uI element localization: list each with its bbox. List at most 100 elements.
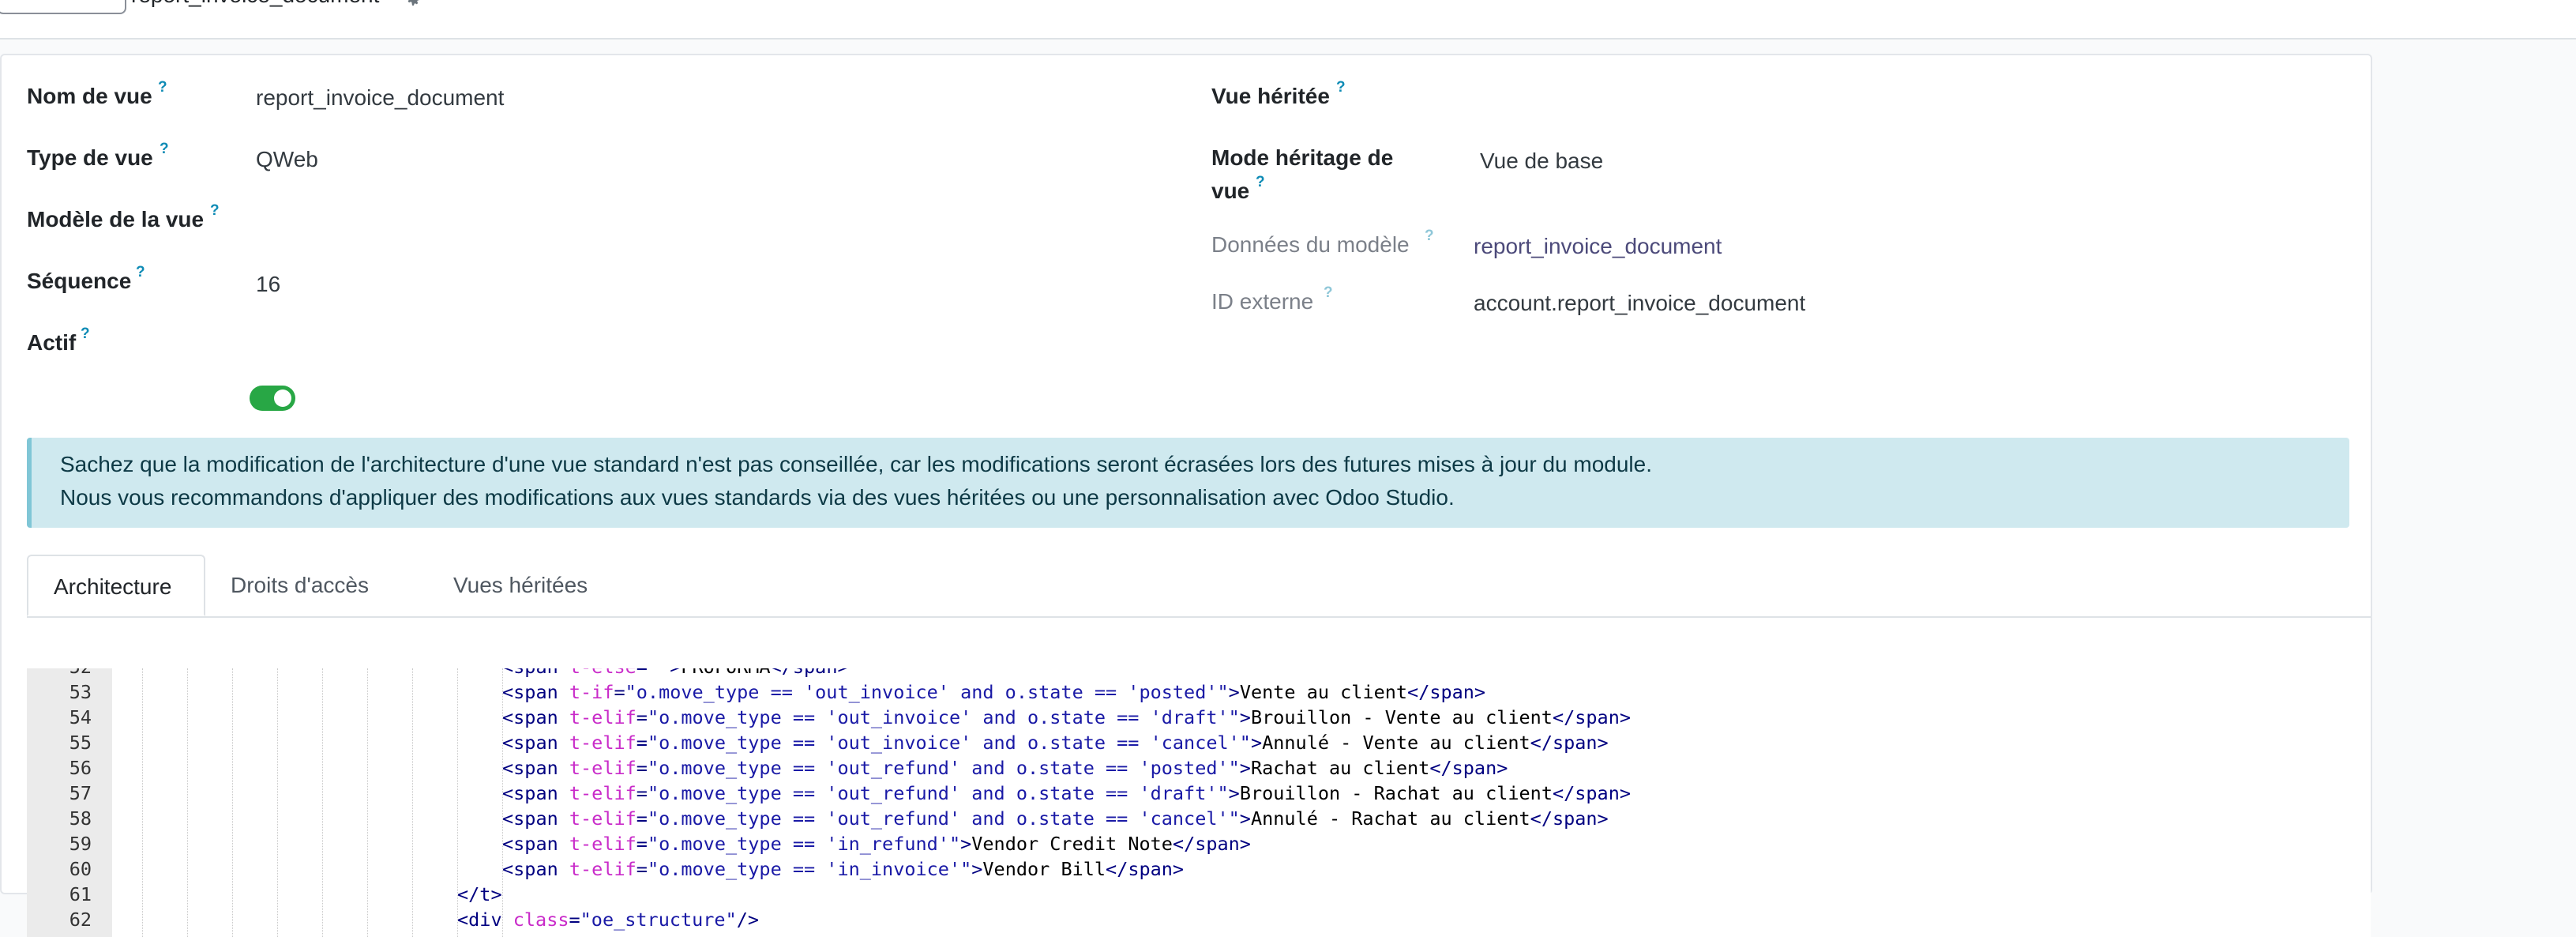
code-line: 53 <span t-if="o.move_type == 'out_invoic… <box>27 681 2371 706</box>
inherit-mode-field[interactable]: Vue de base <box>1480 149 1603 174</box>
code-token: = <box>636 807 648 830</box>
code-token: </span> <box>1530 732 1609 754</box>
gear-icon[interactable] <box>403 0 422 8</box>
sequence-help-icon[interactable]: ? <box>136 264 145 281</box>
line-number: 54 <box>69 706 92 728</box>
code-token: "" <box>648 668 670 678</box>
code-token: Vendor Credit Note <box>971 833 1173 855</box>
code-token: <div <box>457 909 513 931</box>
view-name-label: Nom de vue <box>27 84 152 108</box>
code-token: <span <box>502 833 569 855</box>
code-text: <span t-if="o.move_type == 'out_invoice'… <box>502 681 1485 703</box>
code-token: <span <box>502 807 569 830</box>
code-line: 62 <div class="oe_structure"/> <box>27 909 2371 934</box>
code-token: t-elif <box>569 807 636 830</box>
code-line: 59 <span t-elif="o.move_type == 'in_refun… <box>27 833 2371 858</box>
code-line: 54 <span t-elif="o.move_type == 'out_invo… <box>27 706 2371 732</box>
code-token: <span <box>502 757 569 779</box>
view-name-help-icon[interactable]: ? <box>158 79 167 96</box>
code-token: class <box>513 909 569 931</box>
code-token: > <box>1228 681 1240 703</box>
code-token: Vente au client <box>1239 681 1408 703</box>
active-help-icon[interactable]: ? <box>81 326 90 343</box>
active-label: Actif <box>27 330 77 355</box>
code-token: = <box>636 732 648 754</box>
code-token: </span> <box>1106 858 1185 880</box>
code-token: = <box>636 782 648 804</box>
code-token: /> <box>736 909 760 931</box>
code-token: = <box>636 858 648 880</box>
code-token: "oe_structure" <box>580 909 737 931</box>
line-number: 52 <box>27 668 92 678</box>
alert-line-1: Sachez que la modification de l'architec… <box>60 452 1652 476</box>
code-token: > <box>670 668 681 678</box>
code-token: "o.move_type == 'out_invoice' and o.stat… <box>625 681 1229 703</box>
code-token: > <box>971 858 983 880</box>
breadcrumb-back-box[interactable] <box>0 0 126 14</box>
toggle-knob <box>274 389 291 407</box>
line-number: 61 <box>69 883 92 905</box>
view-type-label: Type de vue <box>27 145 153 170</box>
code-token: > <box>1239 757 1251 779</box>
code-token: t-elif <box>569 858 636 880</box>
code-token: </span> <box>1552 782 1632 804</box>
model-data-link[interactable]: report_invoice_document <box>1474 234 1722 259</box>
view-type-help-icon[interactable]: ? <box>160 141 169 158</box>
code-text: <div class="oe_structure"/> <box>457 909 759 931</box>
line-number: 59 <box>69 833 92 855</box>
sequence-label: Séquence <box>27 269 132 293</box>
code-token: "o.move_type == 'out_invoice' and o.stat… <box>647 732 1251 754</box>
code-token: "o.move_type == 'out_invoice' and o.stat… <box>647 706 1240 728</box>
sequence-field[interactable]: 16 <box>256 272 280 297</box>
code-token: <span <box>502 732 569 754</box>
code-token: = <box>636 706 648 728</box>
breadcrumb-bar: report_invoice_document <box>0 0 2576 40</box>
code-text: <span t-elif="o.move_type == 'out_refund… <box>502 757 1508 779</box>
code-token: > <box>1228 782 1240 804</box>
code-token: t-elif <box>569 782 636 804</box>
code-token: </t> <box>457 883 502 905</box>
code-token: "o.move_type == 'out_refund' and o.state… <box>647 807 1240 830</box>
code-token: Annulé - Rachat au client <box>1250 807 1530 830</box>
code-line: 52 <span t-else="">PROFORMA</span> <box>27 668 2371 681</box>
code-text: <span t-elif="o.move_type == 'out_refund… <box>502 807 1609 830</box>
code-token: </span> <box>1407 681 1486 703</box>
code-token: </span> <box>771 668 849 678</box>
model-data-label: Données du modèle <box>1211 232 1410 257</box>
code-line: 57 <span t-elif="o.move_type == 'out_refu… <box>27 782 2371 807</box>
line-number: 62 <box>69 909 92 931</box>
view-type-field[interactable]: QWeb <box>256 147 318 172</box>
active-toggle[interactable] <box>250 386 295 411</box>
model-data-help-icon[interactable]: ? <box>1425 228 1434 245</box>
code-token: Brouillon - Vente au client <box>1250 706 1553 728</box>
code-text: <span t-else="">PROFORMA</span> <box>502 668 849 678</box>
line-number: 58 <box>69 807 92 830</box>
view-model-help-icon[interactable]: ? <box>210 202 220 220</box>
code-token: = <box>614 681 625 703</box>
notebook-tabs: Architecture Droits d'accès Vues héritée… <box>27 555 2371 618</box>
view-name-field[interactable]: report_invoice_document <box>256 85 504 111</box>
code-token: t-if <box>569 681 614 703</box>
code-token: "o.move_type == 'in_invoice'" <box>647 858 972 880</box>
external-id-help-icon[interactable]: ? <box>1324 284 1333 302</box>
line-number: 60 <box>69 858 92 880</box>
tab-access-rights[interactable]: Droits d'accès <box>205 555 394 616</box>
line-number: 53 <box>69 681 92 703</box>
code-token: > <box>1239 807 1251 830</box>
tab-architecture[interactable]: Architecture <box>27 555 205 616</box>
inherit-mode-help-icon[interactable]: ? <box>1256 174 1265 191</box>
code-token: "o.move_type == 'out_refund' and o.state… <box>647 782 1229 804</box>
line-number: 55 <box>69 732 92 754</box>
code-token: </span> <box>1552 706 1632 728</box>
inherited-view-help-icon[interactable]: ? <box>1336 79 1346 96</box>
tab-inherited-views[interactable]: Vues héritées <box>428 555 613 616</box>
code-token: "o.move_type == 'out_refund' and o.state… <box>647 757 1240 779</box>
code-token: Annulé - Vente au client <box>1262 732 1530 754</box>
code-token: <span <box>502 668 569 678</box>
code-token: t-elif <box>569 833 636 855</box>
code-token: = <box>569 909 580 931</box>
code-line: 55 <span t-elif="o.move_type == 'out_invo… <box>27 732 2371 757</box>
code-editor[interactable]: 52 <span t-else="">PROFORMA</span> 53 <span… <box>27 668 2371 937</box>
info-alert: Sachez que la modification de l'architec… <box>27 438 2349 528</box>
view-model-label: Modèle de la vue <box>27 207 205 231</box>
